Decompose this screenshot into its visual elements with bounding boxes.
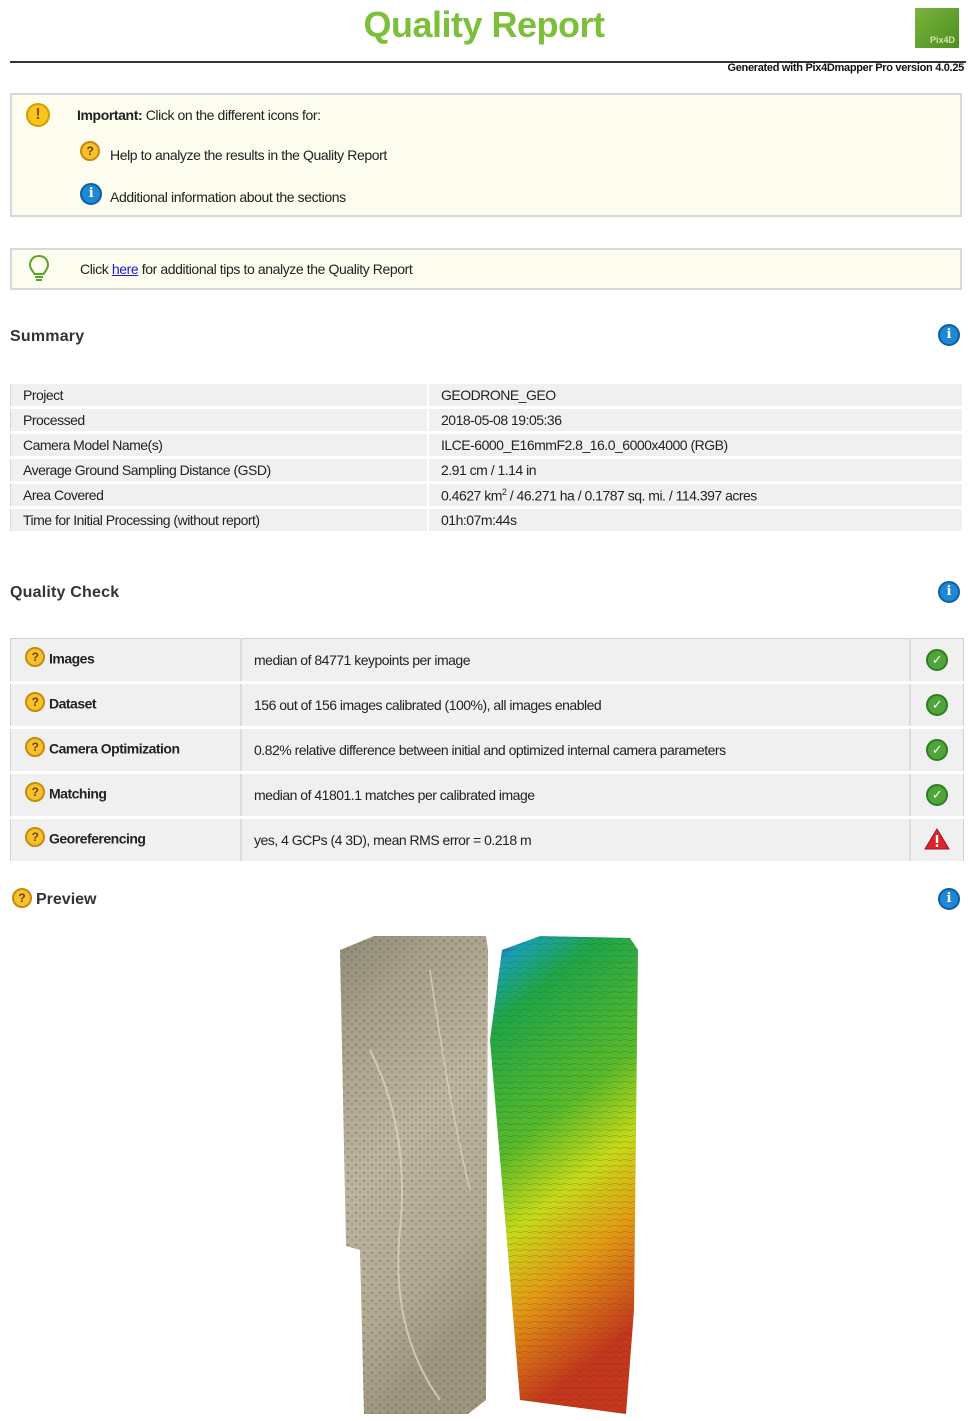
tip-suffix: for additional tips to analyze the Quali… (138, 261, 413, 277)
quality-status: ✓ (910, 727, 964, 774)
quality-name-cell: ? Camera Optimization (10, 727, 242, 774)
quality-name-cell: ? Georeferencing (10, 817, 242, 864)
quality-name: Images (49, 650, 95, 667)
area-rest: / 46.271 ha / 0.1787 sq. mi. / 114.397 a… (506, 487, 758, 504)
table-row: Average Ground Sampling Distance (GSD) 2… (10, 457, 964, 484)
tip-prefix: Click (80, 261, 112, 277)
help-icon[interactable]: ? (25, 782, 45, 802)
check-icon: ✓ (926, 649, 948, 671)
info-icon: i (80, 183, 102, 205)
summary-value: 01h:07m:44s (427, 507, 964, 534)
preview-images (330, 930, 650, 1416)
summary-value: 2018-05-08 19:05:36 (427, 407, 964, 434)
summary-value: 2.91 cm / 1.14 in (427, 457, 964, 484)
quality-status: ✓ (910, 772, 964, 819)
table-row: Camera Model Name(s) ILCE-6000_E16mmF2.8… (10, 432, 964, 459)
important-text: Important: Click on the different icons … (77, 107, 321, 123)
quality-name-cell: ? Dataset (10, 682, 242, 729)
help-icon[interactable]: ? (25, 737, 45, 757)
generated-with-text: Generated with Pix4Dmapper Pro version 4… (727, 62, 964, 74)
quality-description: 156 out of 156 images calibrated (100%),… (241, 682, 911, 729)
quality-description: yes, 4 GCPs (4 3D), mean RMS error = 0.2… (241, 817, 911, 864)
quality-check-table: ? Images median of 84771 keypoints per im… (10, 638, 964, 864)
preview-maps (340, 936, 638, 1414)
info-icon[interactable]: i (938, 324, 960, 346)
quality-check-info-button[interactable]: i (938, 581, 960, 603)
quality-name: Georeferencing (49, 830, 146, 847)
table-row: Project GEODRONE_GEO (10, 383, 964, 409)
help-icon[interactable]: ? (12, 888, 32, 908)
logo-text: Pix4D (929, 35, 955, 45)
warning-triangle-icon (924, 827, 950, 849)
summary-key: Camera Model Name(s) (10, 432, 429, 459)
notice-info-line: i Additional information about the secti… (80, 183, 346, 205)
important-label: Important: (77, 107, 143, 123)
tips-link[interactable]: here (112, 261, 139, 277)
summary-value: 0.4627 km2 / 46.271 ha / 0.1787 sq. mi. … (427, 482, 964, 509)
exclamation-icon: ! (26, 103, 50, 127)
summary-key: Processed (10, 407, 429, 434)
quality-name-cell: ? Images (10, 638, 242, 684)
important-notice: ! Important: Click on the different icon… (10, 93, 962, 217)
table-row: ? Images median of 84771 keypoints per im… (10, 638, 964, 684)
tip-text: Click here for additional tips to analyz… (80, 261, 413, 277)
quality-name-cell: ? Matching (10, 772, 242, 819)
quality-description: 0.82% relative difference between initia… (241, 727, 911, 774)
check-icon: ✓ (926, 694, 948, 716)
quality-status: ✓ (910, 682, 964, 729)
summary-key: Area Covered (10, 482, 429, 509)
summary-value: GEODRONE_GEO (427, 383, 964, 409)
lightbulb-icon (28, 254, 50, 281)
table-row: ? Dataset 156 out of 156 images calibrate… (10, 682, 964, 729)
summary-key: Time for Initial Processing (without rep… (10, 507, 429, 534)
table-row: ? Matching median of 41801.1 matches per … (10, 772, 964, 819)
pix4d-logo: Pix4D (915, 8, 959, 48)
help-icon[interactable]: ? (25, 692, 45, 712)
table-row: Processed 2018-05-08 19:05:36 (10, 407, 964, 434)
quality-name: Matching (49, 785, 107, 802)
help-text: Help to analyze the results in the Quali… (110, 147, 387, 163)
quality-description: median of 84771 keypoints per image (241, 638, 911, 684)
check-icon: ✓ (926, 739, 948, 761)
quality-name: Dataset (49, 695, 97, 712)
tip-box: Click here for additional tips to analyz… (10, 248, 962, 290)
check-icon: ✓ (926, 784, 948, 806)
table-row: Area Covered 0.4627 km2 / 46.271 ha / 0.… (10, 482, 964, 509)
area-km: 0.4627 km (441, 487, 502, 504)
preview-info-button[interactable]: i (938, 888, 960, 910)
info-icon[interactable]: i (938, 581, 960, 603)
notice-help-line: ? Help to analyze the results in the Qua… (80, 141, 387, 163)
important-description: Click on the different icons for: (145, 107, 321, 123)
info-text: Additional information about the section… (110, 189, 346, 205)
summary-heading: Summary (10, 328, 85, 345)
preview-title-text: Preview (36, 891, 97, 909)
quality-description: median of 41801.1 matches per calibrated… (241, 772, 911, 819)
summary-value: ILCE-6000_E16mmF2.8_16.0_6000x4000 (RGB) (427, 432, 964, 459)
help-icon: ? (80, 141, 100, 161)
table-row: Time for Initial Processing (without rep… (10, 507, 964, 534)
summary-table: Project GEODRONE_GEO Processed 2018-05-0… (10, 383, 964, 534)
summary-key: Project (10, 383, 429, 409)
help-icon[interactable]: ? (25, 647, 45, 667)
report-title: Quality Report (363, 4, 605, 45)
quality-status: ✓ (910, 638, 964, 684)
info-icon[interactable]: i (938, 888, 960, 910)
help-icon[interactable]: ? (25, 827, 45, 847)
table-row: ? Camera Optimization 0.82% relative diff… (10, 727, 964, 774)
summary-key: Average Ground Sampling Distance (GSD) (10, 457, 429, 484)
dsm-texture (490, 936, 638, 1414)
preview-heading: ? Preview (12, 888, 97, 910)
summary-info-button[interactable]: i (938, 324, 960, 346)
quality-name: Camera Optimization (49, 740, 180, 757)
table-row: ? Georeferencing yes, 4 GCPs (4 3D), mean… (10, 817, 964, 864)
quality-check-heading: Quality Check (10, 584, 120, 601)
quality-status (910, 817, 964, 864)
